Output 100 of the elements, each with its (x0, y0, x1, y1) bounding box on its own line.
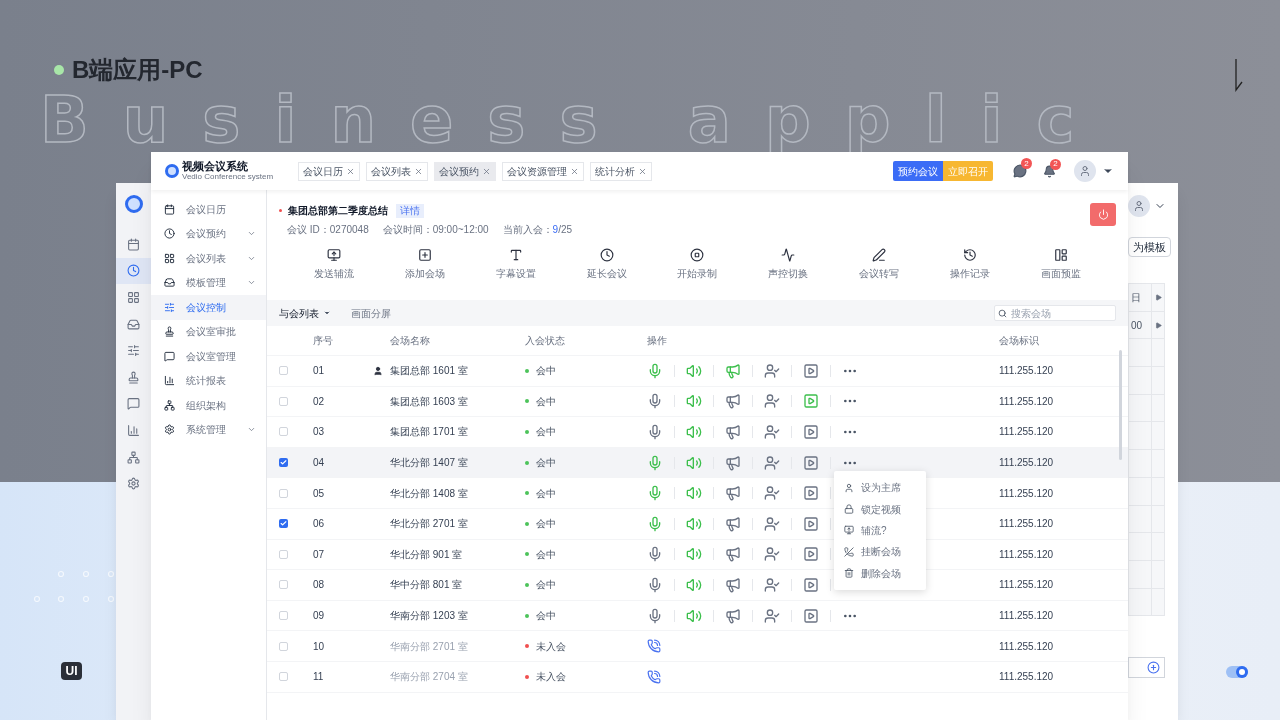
microphone-icon[interactable] (647, 362, 663, 379)
table-row[interactable]: 01 集团总部 1601 室 会中 111.255.120 (267, 356, 1128, 387)
user-check-icon[interactable] (764, 393, 780, 410)
checkbox[interactable] (279, 611, 288, 621)
checkbox[interactable] (279, 641, 288, 651)
megaphone-icon[interactable] (725, 607, 741, 624)
checkbox[interactable] (279, 580, 288, 590)
microphone-icon[interactable] (647, 393, 663, 410)
checkbox[interactable] (279, 519, 288, 529)
avatar-icon[interactable] (1128, 195, 1150, 217)
toolbar-button[interactable]: 会议转写 (846, 248, 911, 281)
tab[interactable]: 会议日历 (298, 161, 360, 181)
checkbox[interactable] (279, 396, 288, 406)
bell-icon[interactable] (1043, 164, 1056, 178)
toolbar-button[interactable]: 开始录制 (665, 248, 730, 281)
megaphone-icon[interactable] (725, 362, 741, 379)
toolbar-button[interactable]: 字幕设置 (483, 248, 548, 281)
toolbar-button[interactable]: 发送辅流 (302, 248, 367, 281)
megaphone-icon[interactable] (725, 485, 741, 502)
tab[interactable]: 统计分析 (590, 161, 652, 181)
table-row[interactable]: 10 华南分部 2701 室 未入会 111.255.120 (267, 631, 1128, 662)
speaker-icon[interactable] (686, 576, 702, 593)
view-tab[interactable]: 画面分屏 (351, 305, 391, 321)
play-icon[interactable] (803, 362, 819, 379)
table-row[interactable]: 03 集团总部 1701 室 会中 111.255.120 (267, 417, 1128, 448)
megaphone-icon[interactable] (725, 546, 741, 563)
menu-item[interactable]: 挂断会场 (834, 541, 926, 563)
play-icon[interactable] (803, 546, 819, 563)
play-icon[interactable] (803, 454, 819, 471)
user-check-icon[interactable] (764, 515, 780, 532)
close-icon[interactable] (482, 166, 491, 176)
tab[interactable]: 会议列表 (366, 161, 428, 181)
table-row[interactable]: 09 华南分部 1203 室 会中 111.255.120 (267, 600, 1128, 632)
table-row[interactable]: 02 集团总部 1603 室 会中 111.255.120 (267, 386, 1128, 418)
play-icon[interactable] (803, 607, 819, 624)
sidebar-item[interactable]: 会议日历 (151, 197, 266, 222)
close-icon[interactable] (570, 166, 579, 176)
microphone-icon[interactable] (647, 576, 663, 593)
sidebar-item[interactable]: 组织架构 (151, 393, 266, 418)
book-meeting-button[interactable]: 预约会议 (893, 161, 943, 181)
sidebar-item[interactable]: 会议控制 (151, 295, 266, 320)
toolbar-button[interactable]: 声控切换 (756, 248, 821, 281)
user-check-icon[interactable] (764, 576, 780, 593)
sidebar-item[interactable]: 会议室管理 (151, 344, 266, 369)
toolbar-button[interactable]: 添加会场 (393, 248, 458, 281)
speaker-icon[interactable] (686, 454, 702, 471)
megaphone-icon[interactable] (725, 515, 741, 532)
speaker-icon[interactable] (686, 607, 702, 624)
tab[interactable]: 会议资源管理 (502, 161, 584, 181)
tab[interactable]: 会议预约 (434, 161, 496, 181)
user-check-icon[interactable] (764, 454, 780, 471)
microphone-icon[interactable] (647, 515, 663, 532)
input-field[interactable] (1128, 657, 1165, 678)
template-button[interactable]: 为模板 (1128, 237, 1171, 257)
checkbox[interactable] (279, 366, 288, 376)
checkbox[interactable] (279, 672, 288, 682)
microphone-icon[interactable] (647, 607, 663, 624)
play-icon[interactable] (803, 515, 819, 532)
user-check-icon[interactable] (764, 362, 780, 379)
play-icon[interactable] (803, 576, 819, 593)
add-icon[interactable] (1147, 661, 1160, 674)
speaker-icon[interactable] (686, 546, 702, 563)
toolbar-button[interactable]: 画面预监 (1028, 248, 1093, 281)
sidebar-item[interactable]: 模板管理 (151, 270, 266, 295)
megaphone-icon[interactable] (725, 424, 741, 440)
toolbar-button[interactable]: 操作记录 (937, 248, 1002, 281)
megaphone-icon[interactable] (725, 576, 741, 593)
checkbox[interactable] (279, 488, 288, 498)
view-tab[interactable]: 与会列表 (279, 305, 331, 321)
rail-item[interactable] (116, 257, 151, 285)
sidebar-item[interactable]: 会议列表 (151, 246, 266, 271)
search-field[interactable]: 搜索会场 (994, 305, 1116, 321)
megaphone-icon[interactable] (725, 454, 741, 471)
table-row[interactable]: 11 华南分部 2704 室 未入会 111.255.120 (267, 661, 1128, 693)
menu-item[interactable]: 辅流? (834, 519, 926, 542)
sidebar-item[interactable]: 会议室审批 (151, 319, 266, 344)
menu-item[interactable]: 设为主席 (834, 477, 926, 499)
user-check-icon[interactable] (764, 607, 780, 624)
toolbar-button[interactable]: 延长会议 (574, 248, 639, 281)
sidebar-item[interactable]: 会议预约 (151, 221, 266, 246)
close-icon[interactable] (638, 166, 647, 176)
microphone-icon[interactable] (647, 546, 663, 563)
speaker-icon[interactable] (686, 515, 702, 532)
details-tag[interactable]: 详情 (396, 203, 424, 218)
user-check-icon[interactable] (764, 424, 780, 440)
play-icon[interactable] (803, 424, 819, 440)
play-icon[interactable] (803, 393, 819, 410)
sidebar-item[interactable]: 系统管理 (151, 417, 266, 442)
speaker-icon[interactable] (686, 424, 702, 440)
close-icon[interactable] (346, 166, 355, 176)
megaphone-icon[interactable] (725, 393, 741, 410)
play-icon[interactable] (803, 485, 819, 502)
user-check-icon[interactable] (764, 546, 780, 563)
microphone-icon[interactable] (647, 424, 663, 440)
avatar-icon[interactable] (1074, 160, 1096, 182)
phone-call-icon[interactable] (647, 669, 661, 684)
microphone-icon[interactable] (647, 485, 663, 502)
sidebar-item[interactable]: 统计报表 (151, 368, 266, 393)
table-row[interactable]: 04 华北分部 1407 室 会中 111.255.120 (267, 447, 1128, 479)
close-icon[interactable] (414, 166, 423, 176)
